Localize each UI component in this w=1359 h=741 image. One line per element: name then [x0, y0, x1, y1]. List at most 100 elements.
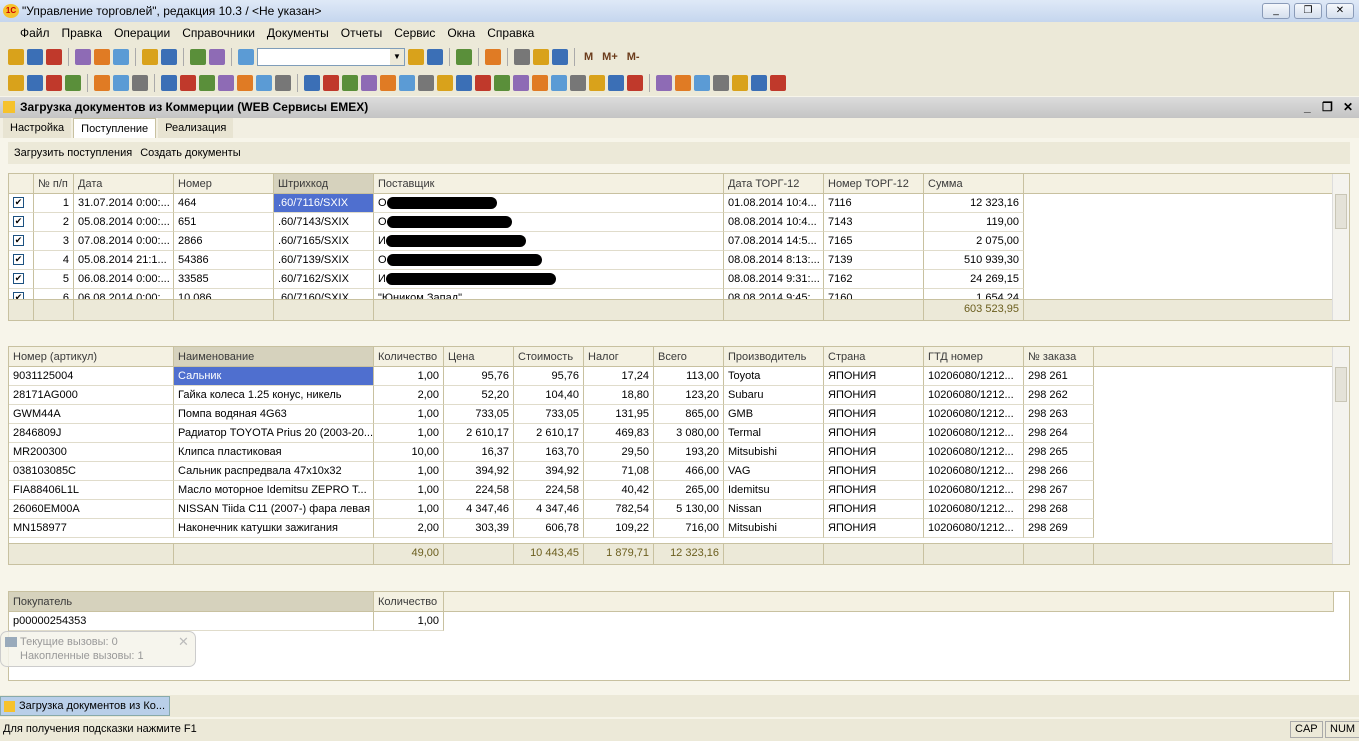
table-cell[interactable]: 224,58: [514, 481, 584, 500]
save-icon[interactable]: [46, 49, 62, 65]
table-cell[interactable]: 865,00: [654, 405, 724, 424]
table-cell[interactable]: 303,39: [444, 519, 514, 538]
table-cell[interactable]: 07.08.2014 0:00:...: [74, 232, 174, 251]
table-cell[interactable]: 1: [34, 194, 74, 213]
column-header[interactable]: Дата ТОРГ-12: [724, 174, 824, 194]
menu-item-2[interactable]: Операции: [108, 22, 176, 44]
memory-button-0[interactable]: M: [581, 51, 596, 63]
form-restore-button[interactable]: ❐: [1322, 97, 1333, 118]
table-cell[interactable]: FIA88406L1L: [9, 481, 174, 500]
table-cell[interactable]: Subaru: [724, 386, 824, 405]
doc2-icon[interactable]: [180, 75, 196, 91]
table-cell[interactable]: 466,00: [654, 462, 724, 481]
copy-icon[interactable]: [94, 49, 110, 65]
row-checkbox[interactable]: ✔: [13, 273, 24, 284]
table-cell[interactable]: 123,20: [654, 386, 724, 405]
column-header[interactable]: № заказа: [1024, 347, 1094, 367]
supplier-cell[interactable]: О: [374, 213, 724, 232]
table-cell[interactable]: Mitsubishi: [724, 519, 824, 538]
table-cell[interactable]: ЯПОНИЯ: [824, 405, 924, 424]
table-cell[interactable]: 01.08.2014 10:4...: [724, 194, 824, 213]
column-header[interactable]: Налог: [584, 347, 654, 367]
search-dropdown-button[interactable]: ▼: [390, 49, 404, 65]
table-cell[interactable]: Idemitsu: [724, 481, 824, 500]
doc20-icon[interactable]: [532, 75, 548, 91]
table-cell[interactable]: 10,00: [374, 443, 444, 462]
people-icon[interactable]: [94, 75, 110, 91]
table-cell[interactable]: 08.08.2014 8:13:...: [724, 251, 824, 270]
calculator-icon[interactable]: [514, 49, 530, 65]
table-cell[interactable]: 394,92: [514, 462, 584, 481]
table-cell[interactable]: 2,00: [374, 386, 444, 405]
table-cell[interactable]: 1,00: [374, 367, 444, 386]
table-cell[interactable]: Termal: [724, 424, 824, 443]
form-close-button[interactable]: ✕: [1343, 97, 1353, 118]
search-icon[interactable]: [238, 49, 254, 65]
table-cell[interactable]: Клипса пластиковая: [174, 443, 374, 462]
table-cell[interactable]: 038103085C: [9, 462, 174, 481]
table-cell[interactable]: 4 347,46: [444, 500, 514, 519]
table-cell[interactable]: MN158977: [9, 519, 174, 538]
row-checkbox[interactable]: ✔: [13, 216, 24, 227]
table-cell[interactable]: 2 610,17: [444, 424, 514, 443]
table-cell[interactable]: 224,58: [444, 481, 514, 500]
doc22-icon[interactable]: [570, 75, 586, 91]
doc18-icon[interactable]: [494, 75, 510, 91]
table-cell[interactable]: 394,92: [444, 462, 514, 481]
column-header[interactable]: Всего: [654, 347, 724, 367]
table-cell[interactable]: .60/7143/SXIX: [274, 213, 374, 232]
table-cell[interactable]: 733,05: [514, 405, 584, 424]
table-cell[interactable]: 265,00: [654, 481, 724, 500]
table-cell[interactable]: 10206080/1212...: [924, 424, 1024, 443]
table-cell[interactable]: 33585: [174, 270, 274, 289]
users-icon[interactable]: [552, 49, 568, 65]
table-cell[interactable]: ЯПОНИЯ: [824, 367, 924, 386]
table-cell[interactable]: 05.08.2014 21:1...: [74, 251, 174, 270]
doc8-icon[interactable]: [304, 75, 320, 91]
row-checkbox-cell[interactable]: ✔: [9, 270, 34, 289]
doc12-icon[interactable]: [380, 75, 396, 91]
table-cell[interactable]: ЯПОНИЯ: [824, 386, 924, 405]
doc16-icon[interactable]: [456, 75, 472, 91]
info-icon[interactable]: [485, 49, 501, 65]
table-cell[interactable]: 1,00: [374, 462, 444, 481]
table-cell[interactable]: 464: [174, 194, 274, 213]
supplier-cell[interactable]: О: [374, 251, 724, 270]
column-header[interactable]: Страна: [824, 347, 924, 367]
table-cell[interactable]: 1,00: [374, 612, 444, 631]
table-cell[interactable]: 10206080/1212...: [924, 443, 1024, 462]
supplier-cell[interactable]: И: [374, 270, 724, 289]
table-cell[interactable]: 2846809J: [9, 424, 174, 443]
table-cell[interactable]: 7162: [824, 270, 924, 289]
table-cell[interactable]: Радиатор TOYOTA Prius 20 (2003-20...: [174, 424, 374, 443]
table-cell[interactable]: 10206080/1212...: [924, 462, 1024, 481]
table-cell[interactable]: ЯПОНИЯ: [824, 424, 924, 443]
table-cell[interactable]: 5 130,00: [654, 500, 724, 519]
menu-item-4[interactable]: Документы: [261, 22, 335, 44]
table-cell[interactable]: 06.08.2014 0:00:...: [74, 270, 174, 289]
table-cell[interactable]: Mitsubishi: [724, 443, 824, 462]
table-cell[interactable]: 9031125004: [9, 367, 174, 386]
tab-0[interactable]: Настройка: [3, 118, 72, 138]
table-cell[interactable]: Помпа водяная 4G63: [174, 405, 374, 424]
table-cell[interactable]: 4: [34, 251, 74, 270]
table-cell[interactable]: 2: [34, 213, 74, 232]
table-cell[interactable]: 2 610,17: [514, 424, 584, 443]
cut-icon[interactable]: [75, 49, 91, 65]
supplier-cell[interactable]: О: [374, 194, 724, 213]
table-cell[interactable]: 298 266: [1024, 462, 1094, 481]
column-header[interactable]: Количество: [374, 592, 444, 612]
menu-item-0[interactable]: Файл: [14, 22, 56, 44]
table-cell[interactable]: 163,70: [514, 443, 584, 462]
doc19-icon[interactable]: [513, 75, 529, 91]
table-cell[interactable]: 782,54: [584, 500, 654, 519]
column-header[interactable]: Дата: [74, 174, 174, 194]
table-cell[interactable]: 18,80: [584, 386, 654, 405]
command-button-1[interactable]: Создать документы: [140, 142, 240, 164]
table-cell[interactable]: 1,00: [374, 500, 444, 519]
taskbar-item[interactable]: Загрузка документов из Ко...: [0, 696, 170, 716]
minimize-button[interactable]: _: [1262, 3, 1290, 19]
doc13-icon[interactable]: [399, 75, 415, 91]
menu-item-8[interactable]: Справка: [481, 22, 540, 44]
table-cell[interactable]: 05.08.2014 0:00:...: [74, 213, 174, 232]
